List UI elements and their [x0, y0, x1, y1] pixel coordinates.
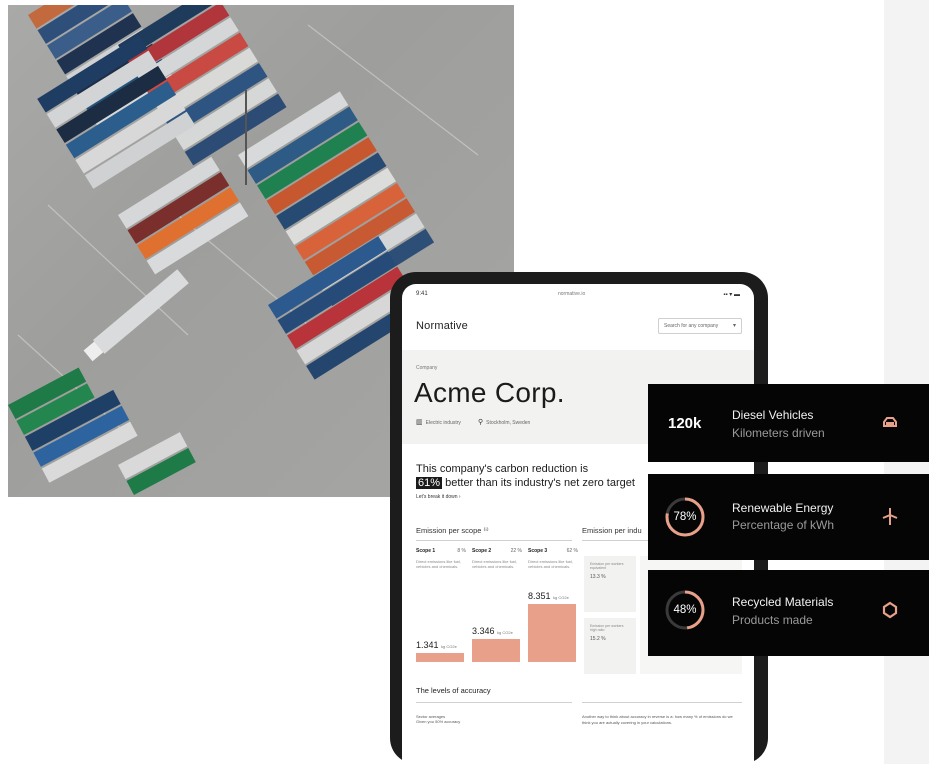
company-name: Acme Corp.: [414, 377, 565, 408]
scope-value-unit: kg CO2e: [497, 630, 513, 635]
status-url: normative.io: [558, 291, 586, 297]
status-icons: ▪▪ ▾ ▬: [723, 292, 740, 298]
location-label: Stockholm, Sweden: [486, 420, 531, 426]
intensity-value: 15.2 %: [590, 636, 606, 642]
metric-card-diesel: 120k Diesel Vehicles Kilometers driven: [648, 384, 929, 462]
divider: [416, 702, 572, 703]
scope-name: Scope 1: [416, 548, 436, 554]
intensity-label: Emission per workers equivalent: [590, 562, 624, 570]
emission-per-scope-title: Emission per scope ⁽ⁱ⁾: [416, 526, 489, 535]
industry-label: Electric industry: [425, 420, 461, 426]
location-pin-icon: ⚲: [478, 419, 484, 426]
progress-ring: 78%: [664, 496, 706, 538]
accuracy-left-value: Given you 50% accuracy: [416, 719, 461, 724]
metric-subtitle: Products made: [732, 613, 813, 627]
divider: [582, 702, 742, 703]
scope-description: Direct emissions like fuel, vehicles and…: [416, 559, 462, 569]
company-search-input[interactable]: Search for any company ▾: [658, 318, 742, 334]
emission-per-industry-title: Emission per indu: [582, 526, 642, 535]
scope-value: 8.351 kg CO2e: [528, 591, 569, 601]
ring-label: 48%: [673, 604, 697, 616]
scope-name: Scope 3: [528, 548, 548, 554]
recycle-icon: [882, 601, 898, 619]
scope-bar: [528, 604, 576, 662]
scope-value: 1.341 kg CO2e: [416, 640, 457, 650]
building-icon: ▥: [416, 419, 423, 426]
scope-value-unit: kg CO2e: [441, 644, 457, 649]
scope-percent: 22 %: [510, 548, 522, 554]
divider: [416, 540, 572, 541]
scope-description: Direct emissions like fuel, vehicles and…: [472, 559, 518, 569]
metric-card-recycled: 48% Recycled Materials Products made: [648, 570, 929, 656]
scope-value-number: 1.341: [416, 640, 439, 650]
accuracy-right-text: Another way to think about accuracy in r…: [582, 714, 733, 725]
wind-turbine-icon: [882, 508, 898, 525]
metric-card-renewable: 78% Renewable Energy Percentage of kWh: [648, 474, 929, 560]
accuracy-left: Sector averages Given you 50% accuracy: [416, 714, 460, 724]
accuracy-title: The levels of accuracy: [416, 686, 491, 695]
brand-logo[interactable]: Normative: [416, 320, 468, 332]
company-kicker: Company: [416, 365, 438, 371]
intensity-card: Emission per workers high ratio 15.2 %: [584, 618, 636, 674]
status-time: 9:41: [416, 291, 428, 297]
scope-percent: 8 %: [457, 548, 466, 554]
scope-value-number: 8.351: [528, 591, 551, 601]
metric-value: 120k: [668, 415, 702, 432]
reduction-line-2-text: better than its industry's net zero targ…: [445, 477, 635, 489]
intensity-label: Emission per workers high ratio: [590, 624, 624, 632]
progress-ring: 48%: [664, 589, 706, 631]
breakdown-link[interactable]: Let's break it down ›: [416, 494, 461, 500]
chevron-down-icon: ▾: [732, 323, 736, 329]
status-bar: 9:41 normative.io ▪▪ ▾ ▬: [402, 288, 754, 300]
metric-subtitle: Kilometers driven: [732, 426, 825, 440]
search-placeholder: Search for any company: [664, 323, 719, 329]
scope-name: Scope 2: [472, 548, 492, 554]
scope-value: 3.346 kg CO2e: [472, 626, 513, 636]
company-location: ⚲ Stockholm, Sweden: [478, 418, 530, 426]
metric-subtitle: Percentage of kWh: [732, 518, 835, 532]
intensity-value: 13.3 %: [590, 574, 606, 580]
scope-percent: 62 %: [566, 548, 578, 554]
intensity-card: Emission per workers equivalent 13.3 %: [584, 556, 636, 612]
metric-title: Recycled Materials: [732, 595, 834, 609]
company-industry: ▥ Electric industry: [416, 418, 461, 426]
metric-title: Diesel Vehicles: [732, 408, 814, 422]
scope-bar: [472, 639, 520, 662]
scope-value-unit: kg CO2e: [553, 595, 569, 600]
car-icon: [883, 417, 897, 427]
scope-value-number: 3.346: [472, 626, 495, 636]
scope-description: Direct emissions like fuel, vehicles and…: [528, 559, 574, 569]
metric-title: Renewable Energy: [732, 501, 834, 515]
scope-bar: [416, 653, 464, 662]
reduction-highlight: 61%: [416, 477, 443, 489]
ring-label: 78%: [673, 511, 697, 523]
